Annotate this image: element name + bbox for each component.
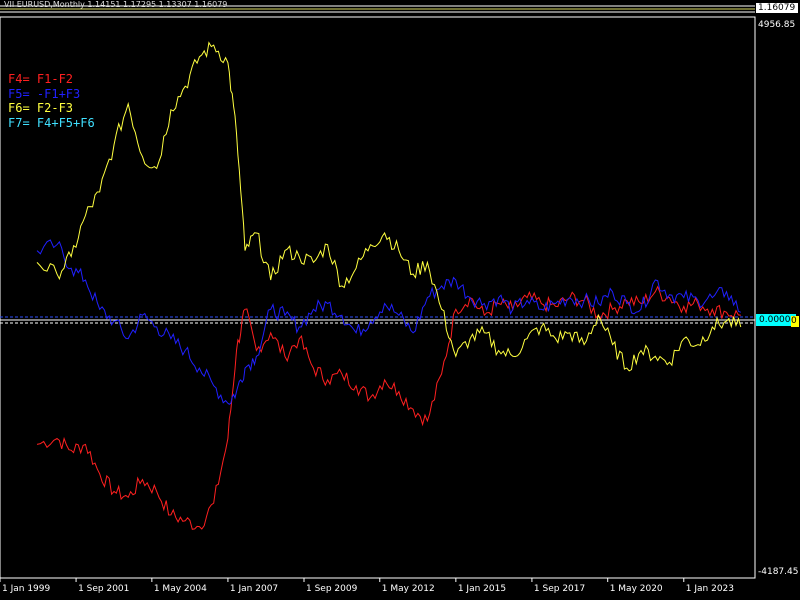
x-tick-label: 1 May 2020 [609,584,663,594]
indicator-info: VII EURUSD,Monthly 1.14151 1.17295 1.133… [4,0,228,9]
series-line-6 [36,41,742,372]
legend: F4= F1-F2 F5= -F1+F3 F6= F2-F3 F7= F4+F5… [8,72,95,130]
chart-canvas [0,5,756,582]
x-tick-label: 1 Jan 2015 [457,584,507,594]
x-tick-label: 1 Jan 2007 [229,584,279,594]
legend-item-f6: F6= F2-F3 [8,101,74,115]
plot-border [0,16,756,579]
legend-item-f7: F7= F4+F5+F6 [8,115,95,130]
zero-label-secondary: 0 [791,316,799,327]
x-tick-label: 1 May 2012 [381,584,435,594]
zero-label: 0.0000 [756,314,796,326]
legend-item-f4: F4= F1-F2 [8,72,74,86]
x-tick-label: 1 May 2004 [153,584,207,594]
y-tick-label-min: -4187.45 [758,567,799,577]
x-tick-label: 1 Sep 2001 [78,584,130,594]
x-tick-label: 1 Sep 2017 [533,584,586,594]
x-ticks [0,578,685,582]
y-tick-label-max: 4956.85 [758,20,796,30]
series-line-5 [36,239,741,405]
legend-item-f5: F5= -F1+F3 [8,86,81,101]
x-tick-label: 1 Sep 2009 [305,584,358,594]
x-tick-label: 1 Jan 1999 [2,584,51,594]
x-tick-label: 1 Jan 2023 [685,584,734,594]
series-group [36,41,742,530]
price-label: 1.16079 [756,3,798,13]
